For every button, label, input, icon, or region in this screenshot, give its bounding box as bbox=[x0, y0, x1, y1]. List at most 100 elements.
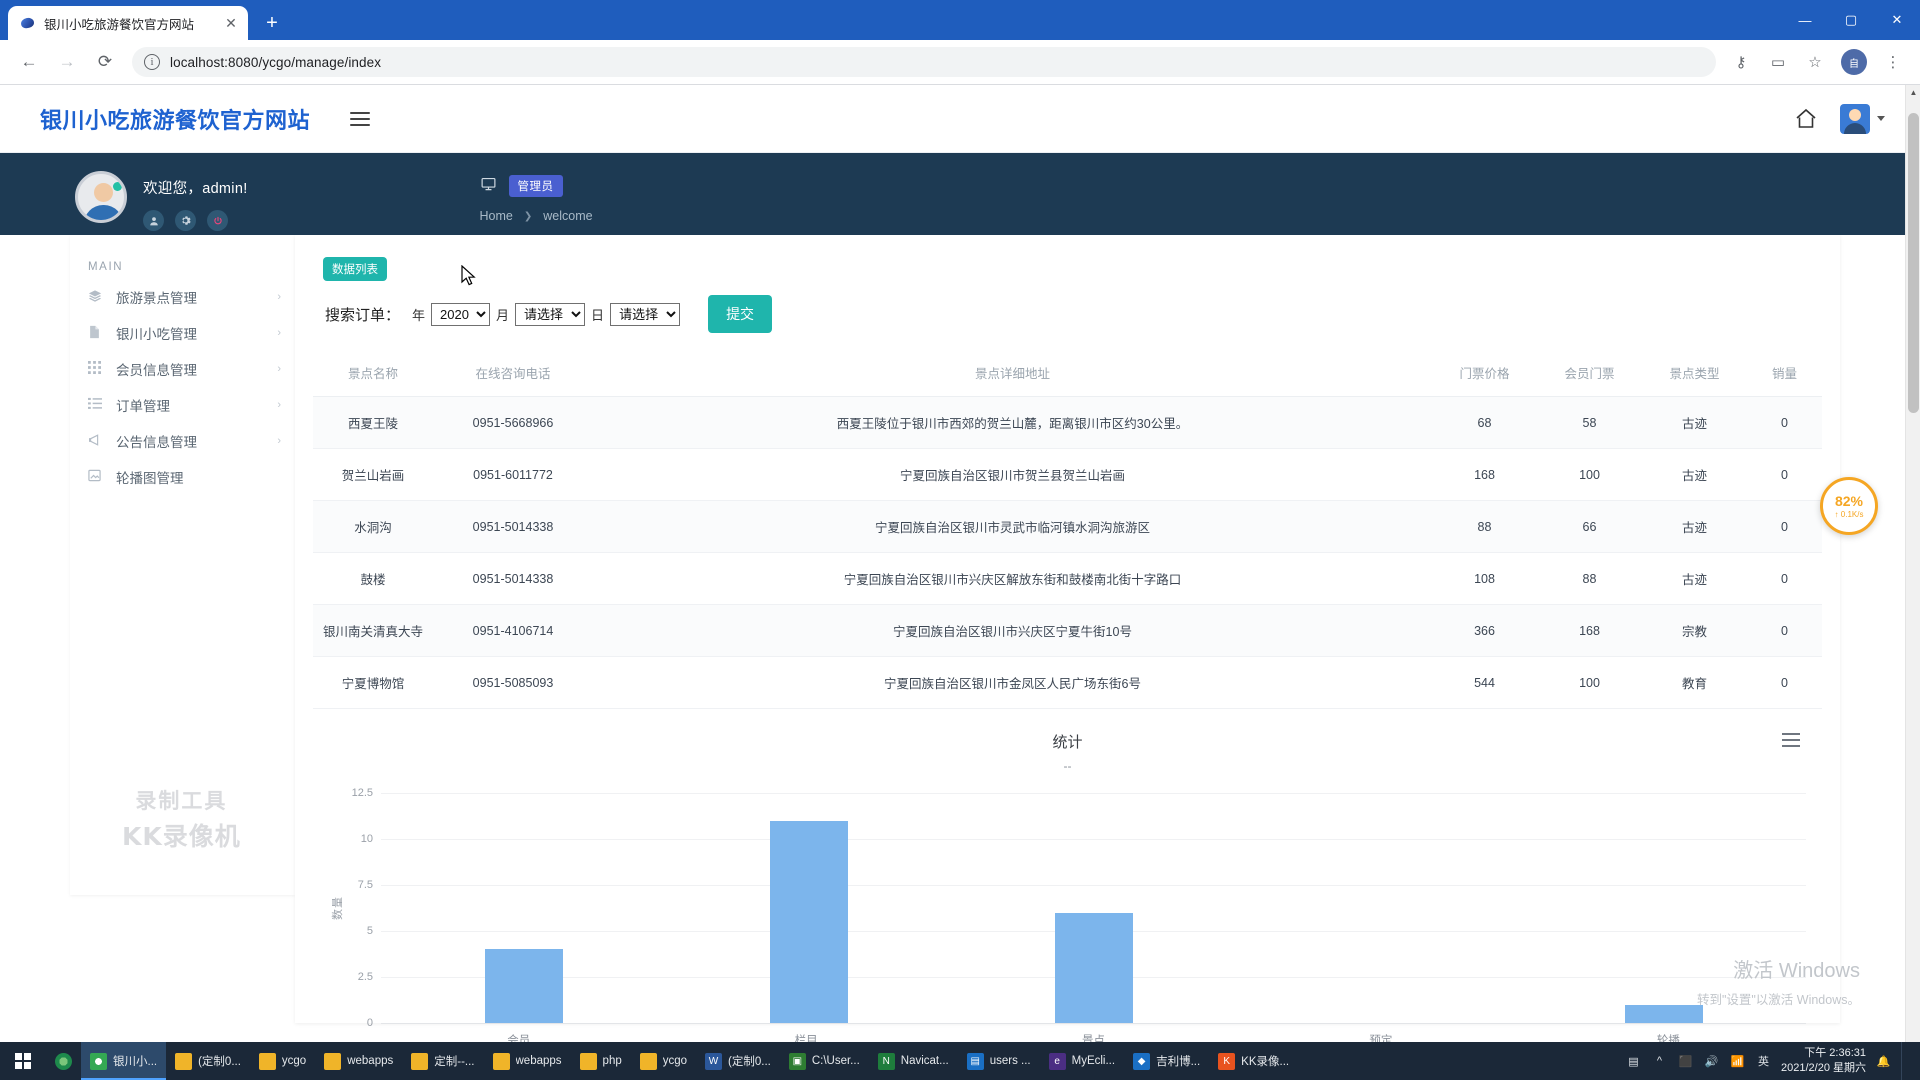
user-block: 欢迎您，admin! bbox=[0, 153, 248, 231]
table-row[interactable]: 鼓楼 0951-5014338 宁夏回族自治区银川市兴庆区解放东街和鼓楼南北街十… bbox=[313, 552, 1822, 605]
taskbar-item[interactable]: K KK录像... bbox=[1209, 1042, 1298, 1080]
chevron-right-icon: › bbox=[277, 399, 281, 411]
maximize-icon[interactable]: ▢ bbox=[1828, 4, 1874, 36]
reload-icon[interactable]: ⟳ bbox=[90, 47, 120, 77]
sidebar-item-snacks[interactable]: 银川小吃管理 › bbox=[70, 315, 295, 351]
bookmark-star-icon[interactable]: ☆ bbox=[1800, 47, 1830, 77]
breadcrumb-item-home[interactable]: Home bbox=[480, 209, 513, 223]
address-bar[interactable]: i localhost:8080/ycgo/manage/index bbox=[132, 47, 1716, 77]
tray-icon-0[interactable]: ▤ bbox=[1625, 1053, 1642, 1070]
taskbar-item[interactable]: php bbox=[571, 1042, 631, 1080]
taskbar-item[interactable]: W (定制0... bbox=[696, 1042, 780, 1080]
gear-icon[interactable] bbox=[175, 210, 196, 231]
user-quick-actions bbox=[143, 210, 248, 231]
taskbar-item[interactable]: N Navicat... bbox=[869, 1042, 958, 1080]
folder-icon bbox=[324, 1052, 342, 1070]
browser-tab[interactable]: 银川小吃旅游餐饮官方网站 ✕ bbox=[8, 6, 248, 40]
user-avatar[interactable] bbox=[75, 171, 127, 223]
new-tab-button[interactable]: + bbox=[258, 9, 286, 37]
tray-icon-2[interactable]: ⬛ bbox=[1677, 1053, 1694, 1070]
clock[interactable]: 下午 2:36:31 2021/2/20 星期六 bbox=[1781, 1046, 1866, 1076]
online-badge-icon bbox=[113, 182, 122, 191]
volume-icon[interactable]: 🔊 bbox=[1703, 1053, 1720, 1070]
month-unit-label: 月 bbox=[496, 307, 510, 323]
chart-bar bbox=[1624, 1004, 1703, 1023]
show-desktop-button[interactable] bbox=[1901, 1042, 1908, 1080]
month-select[interactable]: 请选择 bbox=[515, 302, 586, 326]
sidebar-item-announcements[interactable]: 公告信息管理 › bbox=[70, 423, 295, 459]
tray-overflow-icon[interactable]: ^ bbox=[1651, 1053, 1668, 1070]
edge-icon bbox=[55, 1052, 72, 1070]
folder-icon bbox=[175, 1052, 193, 1070]
network-speed-widget[interactable]: 82% ↑ 0.1K/s bbox=[1820, 477, 1878, 535]
cell-address: 宁夏回族自治区银川市兴庆区解放东街和鼓楼南北街十字路口 bbox=[593, 552, 1432, 605]
taskbar-item[interactable]: ▤ users ... bbox=[958, 1042, 1040, 1080]
chart-bar-cell[interactable] bbox=[1521, 793, 1806, 1023]
taskbar-item[interactable]: (定制0... bbox=[166, 1042, 250, 1080]
taskbar-item[interactable]: ▣ C:\User... bbox=[780, 1042, 869, 1080]
table-row[interactable]: 宁夏博物馆 0951-5085093 宁夏回族自治区银川市金凤区人民广场东街6号… bbox=[313, 656, 1822, 709]
scrollbar-thumb[interactable] bbox=[1908, 113, 1919, 413]
profile-icon[interactable] bbox=[143, 210, 164, 231]
table-row[interactable]: 贺兰山岩画 0951-6011772 宁夏回族自治区银川市贺兰县贺兰山岩画 16… bbox=[313, 448, 1822, 501]
power-icon[interactable] bbox=[207, 210, 228, 231]
taskbar-item[interactable]: 定制--... bbox=[402, 1042, 483, 1080]
chart-menu-icon[interactable] bbox=[1782, 733, 1800, 747]
password-key-icon[interactable]: ⚷ bbox=[1726, 47, 1756, 77]
chart-bar-cell[interactable] bbox=[666, 793, 951, 1023]
scroll-up-icon[interactable]: ▲ bbox=[1906, 85, 1920, 100]
sidebar-item-tourist-spots[interactable]: 旅游景点管理 › bbox=[70, 279, 295, 315]
taskbar-item[interactable]: ◆ 吉利博... bbox=[1124, 1042, 1209, 1080]
taskbar-item[interactable]: ycgo bbox=[250, 1042, 315, 1080]
back-icon[interactable]: ← bbox=[14, 47, 44, 77]
browser-menu-icon[interactable]: ⋮ bbox=[1878, 47, 1908, 77]
sidebar-item-carousel[interactable]: 轮播图管理 bbox=[70, 459, 295, 495]
sidebar-title: MAIN bbox=[88, 261, 124, 273]
avatar bbox=[1840, 103, 1870, 134]
folder-icon bbox=[258, 1052, 276, 1070]
taskbar-item[interactable]: webapps bbox=[315, 1042, 402, 1080]
year-select[interactable]: 2020 bbox=[431, 302, 491, 326]
close-icon[interactable]: ✕ bbox=[222, 14, 240, 32]
table-row[interactable]: 水洞沟 0951-5014338 宁夏回族自治区银川市灵武市临河镇水洞沟旅游区 … bbox=[313, 500, 1822, 553]
notification-icon[interactable]: 🔔 bbox=[1875, 1053, 1892, 1070]
taskbar-item-edge[interactable] bbox=[46, 1042, 81, 1080]
submit-button[interactable]: 提交 bbox=[708, 295, 773, 333]
y-tick: 0 bbox=[366, 1017, 373, 1029]
taskbar-item[interactable]: webapps bbox=[484, 1042, 571, 1080]
cast-icon[interactable]: ▭ bbox=[1763, 47, 1793, 77]
chart-bar-cell[interactable] bbox=[951, 793, 1236, 1023]
page-viewport: 银川小吃旅游餐饮官方网站 欢迎您，admin! 管理员 Home ❯ welco… bbox=[0, 85, 1920, 1060]
table-row[interactable]: 西夏王陵 0951-5668966 西夏王陵位于银川市西郊的贺兰山麓，距离银川市… bbox=[313, 396, 1822, 449]
home-icon[interactable] bbox=[1794, 107, 1818, 131]
day-select[interactable]: 请选择 bbox=[610, 302, 681, 326]
taskbar-item[interactable]: 银川小... bbox=[81, 1042, 167, 1080]
taskbar-label: 吉利博... bbox=[1156, 1056, 1201, 1068]
cell-name: 宁夏博物馆 bbox=[313, 656, 433, 709]
window-close-icon[interactable]: ✕ bbox=[1874, 4, 1920, 36]
chevron-down-icon bbox=[1877, 116, 1885, 121]
forward-icon[interactable]: → bbox=[52, 47, 82, 77]
start-button[interactable] bbox=[0, 1042, 46, 1080]
site-info-icon[interactable]: i bbox=[144, 54, 160, 70]
clock-time: 下午 2:36:31 bbox=[1804, 1047, 1866, 1060]
minimize-icon[interactable]: — bbox=[1782, 4, 1828, 36]
table-row[interactable]: 银川南关清真大寺 0951-4106714 宁夏回族自治区银川市兴庆区宁夏牛街1… bbox=[313, 604, 1822, 657]
page-scrollbar[interactable]: ▲ ▼ bbox=[1905, 85, 1920, 1060]
taskbar-label: php bbox=[602, 1055, 622, 1067]
network-icon[interactable]: 📶 bbox=[1729, 1053, 1746, 1070]
menu-icon[interactable] bbox=[350, 111, 371, 126]
chart-bar-cell[interactable] bbox=[1236, 793, 1521, 1023]
ime-indicator[interactable]: 英 bbox=[1755, 1053, 1772, 1070]
taskbar-item[interactable]: ycgo bbox=[631, 1042, 696, 1080]
site-brand[interactable]: 银川小吃旅游餐饮官方网站 bbox=[40, 103, 310, 135]
url-text: localhost:8080/ycgo/manage/index bbox=[170, 54, 382, 70]
profile-avatar[interactable]: 自 bbox=[1841, 49, 1867, 75]
chart-bar-cell[interactable] bbox=[381, 793, 666, 1023]
taskbar-label: C:\User... bbox=[811, 1055, 860, 1067]
cell-phone: 0951-5014338 bbox=[433, 500, 593, 553]
sidebar-item-members[interactable]: 会员信息管理 › bbox=[70, 351, 295, 387]
user-menu[interactable] bbox=[1840, 103, 1885, 134]
sidebar-item-orders[interactable]: 订单管理 › bbox=[70, 387, 295, 423]
taskbar-item[interactable]: e MyEcli... bbox=[1040, 1042, 1124, 1080]
